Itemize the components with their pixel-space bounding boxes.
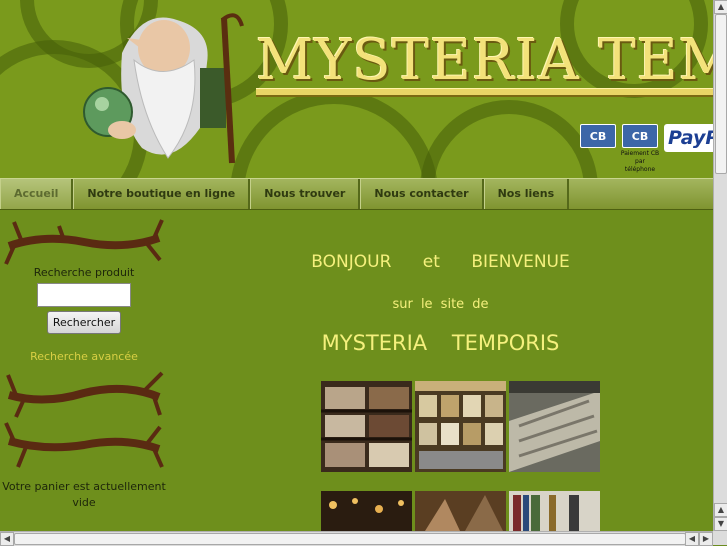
shop-name: MYSTERIA TEMPORIS bbox=[321, 331, 560, 355]
advanced-search-link[interactable]: Recherche avancée bbox=[0, 350, 168, 363]
site-title: MYSTERIA TEMP bbox=[256, 28, 713, 93]
page-viewport: MYSTERIA TEMP CB CB Paiement CB par télé… bbox=[0, 0, 713, 531]
vertical-scroll-thumb[interactable] bbox=[715, 14, 727, 174]
shop-photo-books bbox=[509, 491, 600, 531]
greeting-et: et bbox=[422, 252, 440, 272]
payment-note: Paiement CB par téléphone bbox=[620, 150, 660, 173]
shop-photo-display bbox=[509, 381, 600, 472]
shop-photo-lights bbox=[321, 491, 412, 531]
nav-accueil[interactable]: Accueil bbox=[0, 179, 74, 209]
search-label: Recherche produit bbox=[33, 266, 135, 279]
scroll-left-button[interactable]: ◀ bbox=[0, 532, 14, 546]
welcome-section: BONJOUR et BIENVENUE sur le site de MYST… bbox=[168, 216, 713, 355]
sidebar: Recherche produit Rechercher Recherche a… bbox=[0, 216, 168, 511]
scroll-up-button[interactable]: ▲ bbox=[714, 0, 727, 14]
cb-phone-icon: CB bbox=[622, 124, 658, 148]
nav-nous-contacter[interactable]: Nous contacter bbox=[360, 179, 484, 209]
search-button[interactable]: Rechercher bbox=[46, 311, 122, 334]
shop-photo-bookshelf bbox=[321, 381, 412, 472]
title-underline bbox=[256, 88, 713, 97]
paypal-logo: PayP bbox=[664, 124, 713, 152]
scroll-right-button[interactable]: ▶ bbox=[699, 532, 713, 546]
nav-nous-trouver[interactable]: Nous trouver bbox=[250, 179, 361, 209]
vertical-scrollbar[interactable]: ▲ ▲ ▼ bbox=[713, 0, 727, 531]
scroll-left-button-secondary[interactable]: ◀ bbox=[685, 532, 699, 546]
shop-photo-crystals bbox=[415, 491, 506, 531]
nav-boutique[interactable]: Notre boutique en ligne bbox=[73, 179, 251, 209]
wizard-logo bbox=[83, 13, 244, 164]
site-header: MYSTERIA TEMP CB CB Paiement CB par télé… bbox=[0, 0, 713, 178]
cb-card-icon: CB bbox=[580, 124, 616, 148]
scroll-up-button-secondary[interactable]: ▲ bbox=[714, 503, 727, 517]
shop-photo-jars bbox=[415, 381, 506, 472]
welcome-subtitle: sur le site de bbox=[392, 297, 489, 312]
payment-logos: CB CB Paiement CB par téléphone PayP bbox=[580, 124, 713, 174]
welcome-heading: BONJOUR et BIENVENUE bbox=[168, 252, 713, 272]
branch-divider bbox=[4, 422, 164, 468]
product-search-input[interactable] bbox=[37, 283, 131, 307]
nav-nos-liens[interactable]: Nos liens bbox=[483, 179, 570, 209]
greeting-bienvenue: BIENVENUE bbox=[471, 252, 570, 272]
scrollbar-corner bbox=[713, 531, 727, 545]
scroll-down-button[interactable]: ▼ bbox=[714, 517, 727, 531]
branch-divider bbox=[6, 371, 164, 418]
main-nav: Accueil Notre boutique en ligne Nous tro… bbox=[0, 178, 713, 210]
horizontal-scrollbar[interactable]: ◀ ◀ ▶ bbox=[0, 531, 713, 546]
greeting-bonjour: BONJOUR bbox=[311, 252, 392, 272]
horizontal-scroll-thumb[interactable] bbox=[14, 533, 686, 545]
branch-divider bbox=[4, 219, 164, 265]
cart-status: Votre panier est actuellement vide bbox=[2, 480, 166, 509]
